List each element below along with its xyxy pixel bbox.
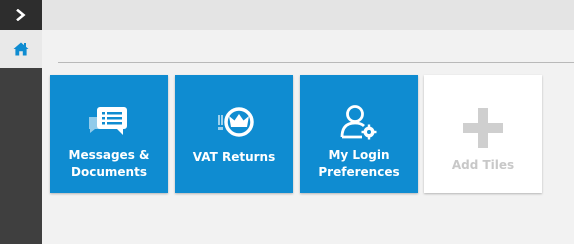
tile-label-line2: Preferences bbox=[318, 165, 400, 179]
messages-icon bbox=[89, 107, 127, 135]
user-settings-icon bbox=[340, 105, 377, 140]
tile-label: Add Tiles bbox=[451, 158, 515, 172]
sidebar-item-home[interactable] bbox=[0, 30, 42, 68]
tile-label: VAT Returns bbox=[192, 150, 276, 164]
tile-add-tiles[interactable]: Add Tiles bbox=[424, 75, 542, 193]
top-bar bbox=[42, 0, 574, 30]
tile-login-preferences[interactable]: My Login Preferences bbox=[300, 75, 418, 193]
tile-messages-documents[interactable]: Messages & Documents bbox=[50, 75, 168, 193]
home-icon bbox=[13, 42, 29, 56]
tile-label-line2: Documents bbox=[71, 165, 147, 179]
plus-icon bbox=[463, 108, 503, 148]
sidebar bbox=[0, 0, 42, 244]
sidebar-toggle-button[interactable] bbox=[0, 0, 42, 30]
divider bbox=[58, 62, 574, 63]
vat-crown-icon bbox=[218, 107, 254, 137]
tile-vat-returns[interactable]: VAT Returns bbox=[175, 75, 293, 193]
tile-label-line1: My Login bbox=[328, 148, 390, 162]
chevron-right-icon bbox=[16, 9, 26, 21]
tile-label-line1: Messages & bbox=[68, 148, 150, 162]
